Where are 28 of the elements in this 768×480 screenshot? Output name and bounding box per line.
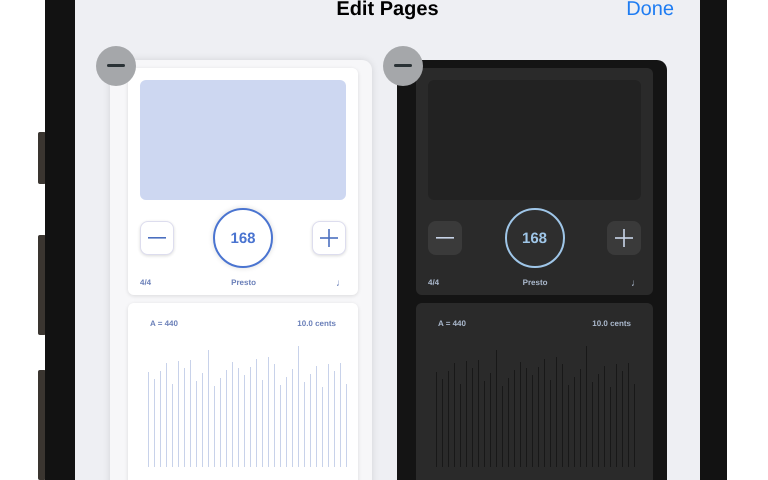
cents-reading: 10.0 cents	[297, 319, 336, 328]
remove-button[interactable]	[383, 46, 423, 86]
cents-reading: 10.0 cents	[592, 319, 631, 328]
note-value: ♩	[631, 278, 641, 289]
sheet-title: Edit Pages	[336, 0, 439, 22]
increase-button[interactable]	[607, 221, 641, 255]
minus-icon	[394, 64, 412, 68]
page-preview[interactable]: 168 4/4 Presto ♩ A = 440 10.0 cents	[110, 60, 372, 480]
tempo-dial[interactable]: 168	[213, 208, 273, 268]
reference-pitch: A = 440	[438, 319, 466, 328]
note-value: ♩	[336, 278, 346, 289]
done-link[interactable]: Done	[626, 0, 674, 21]
decrease-button[interactable]	[140, 221, 174, 255]
remove-button[interactable]	[96, 46, 136, 86]
increase-button[interactable]	[312, 221, 346, 255]
tempo-marking: Presto	[522, 278, 548, 289]
time-signature: 4/4	[140, 278, 152, 289]
plus-icon	[320, 229, 338, 247]
tempo-dial[interactable]: 168	[504, 208, 564, 268]
minus-icon	[107, 64, 125, 68]
time-signature: 4/4	[428, 278, 440, 289]
plus-icon	[615, 229, 633, 247]
tempo-marking: Presto	[231, 278, 256, 289]
decrease-button[interactable]	[428, 221, 462, 255]
minus-icon	[436, 237, 454, 239]
reference-pitch: A = 440	[150, 319, 178, 328]
page-preview[interactable]: 168 4/4 Presto ♩ A = 440 10.0 cents	[397, 60, 667, 480]
minus-icon	[148, 237, 166, 239]
